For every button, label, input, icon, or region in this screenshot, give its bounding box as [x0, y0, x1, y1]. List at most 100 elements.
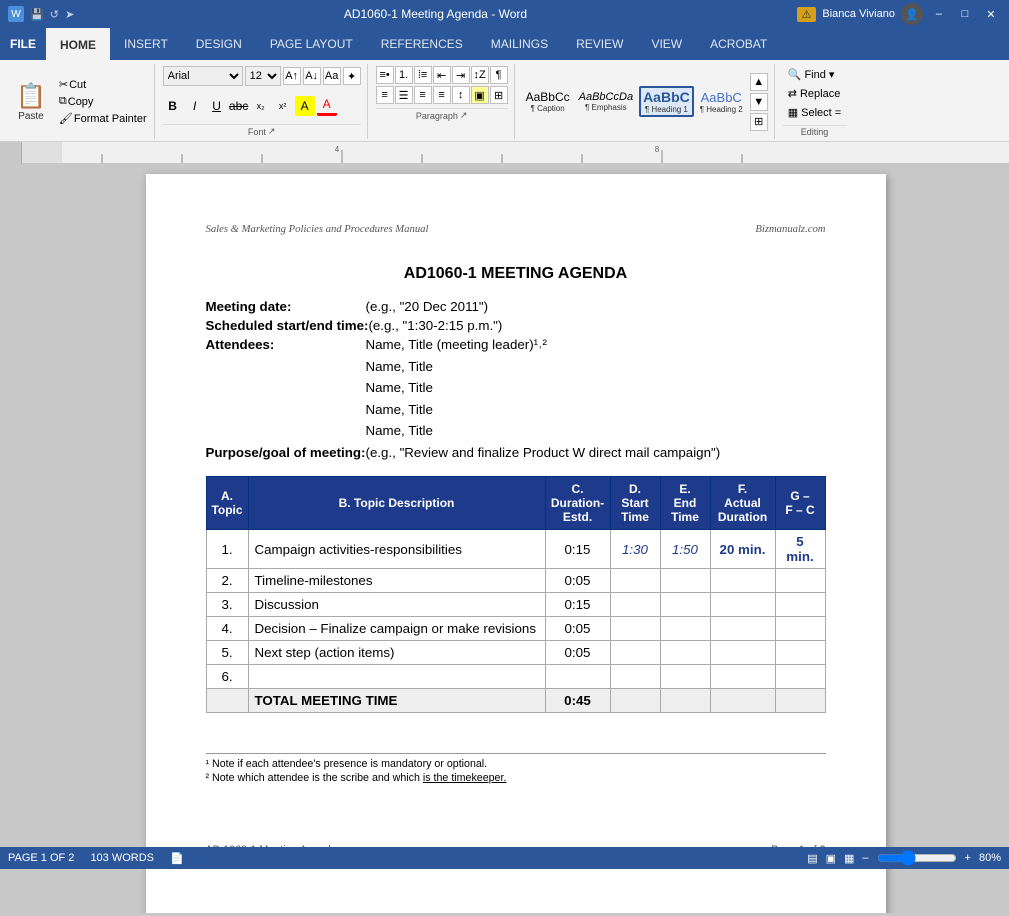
tab-insert[interactable]: INSERT — [110, 28, 182, 60]
horizontal-ruler: 4 8 — [22, 142, 1009, 164]
paragraph-group: ≡• 1. ⁞≡ ⇤ ⇥ ↕Z ¶ ≡ ☰ ≡ ≡ ↕ ▣ ⊞ Paragrap… — [370, 64, 515, 139]
tab-file[interactable]: FILE — [0, 28, 46, 60]
zoom-level: 80% — [979, 852, 1001, 864]
close-btn[interactable]: ✕ — [981, 5, 1001, 23]
row3-actual — [710, 593, 775, 617]
zoom-slider[interactable] — [877, 850, 957, 866]
tab-acrobat[interactable]: ACROBAT — [696, 28, 781, 60]
tab-home[interactable]: HOME — [46, 28, 110, 60]
style-heading2[interactable]: AaBbC ¶ Heading 2 — [697, 88, 746, 116]
paste-button[interactable]: 📋 Paste — [8, 66, 54, 137]
align-left-button[interactable]: ≡ — [376, 86, 394, 104]
sort-button[interactable]: ↕Z — [471, 66, 489, 84]
row1-gfc: 5 min. — [775, 530, 825, 569]
layout-web[interactable]: ▣ — [826, 852, 836, 865]
shrink-font-button[interactable]: A↓ — [303, 67, 321, 85]
align-right-button[interactable]: ≡ — [414, 86, 432, 104]
font-group-expander[interactable]: ↗ — [268, 126, 276, 137]
italic-button[interactable]: I — [185, 96, 205, 116]
layout-print[interactable]: ▤ — [807, 852, 817, 865]
superscript-button[interactable]: x² — [273, 96, 293, 116]
multilevel-button[interactable]: ⁞≡ — [414, 66, 432, 84]
paragraph-group-expander[interactable]: ↗ — [460, 110, 468, 121]
para-row-1: ≡• 1. ⁞≡ ⇤ ⇥ ↕Z ¶ — [376, 66, 508, 84]
heading1-label: ¶ Heading 1 — [645, 105, 688, 114]
select-label: Select = — [801, 107, 841, 119]
zoom-out-button[interactable]: – — [862, 852, 868, 864]
agenda-table: A.Topic B. Topic Description C.Duration-… — [206, 476, 826, 713]
header-c: C.Duration-Estd. — [545, 477, 610, 530]
document-footnotes: ¹ Note if each attendee's presence is ma… — [206, 753, 826, 784]
font-color-button[interactable]: A — [317, 96, 337, 116]
select-button[interactable]: ▦ Select = — [783, 104, 846, 121]
header-g: G –F – C — [775, 477, 825, 530]
scheduled-time-row: Scheduled start/end time: (e.g., "1:30-2… — [206, 318, 826, 333]
style-heading1[interactable]: AaBbC ¶ Heading 1 — [639, 86, 694, 117]
align-center-button[interactable]: ☰ — [395, 86, 413, 104]
style-emphasis[interactable]: AaBbCcDa ¶ Emphasis — [576, 89, 636, 114]
replace-button[interactable]: ⇄ Replace — [783, 85, 846, 102]
styles-scroll-buttons: ▲ ▼ ⊞ — [750, 73, 768, 131]
change-case-button[interactable]: Aa — [323, 67, 341, 85]
decrease-indent-button[interactable]: ⇤ — [433, 66, 451, 84]
tab-mailings[interactable]: MAILINGS — [477, 28, 562, 60]
font-row-1: Arial 12 A↑ A↓ Aa ✦ — [163, 66, 361, 86]
row4-num: 4. — [206, 617, 248, 641]
row5-duration: 0:05 — [545, 641, 610, 665]
numbering-button[interactable]: 1. — [395, 66, 413, 84]
zoom-in-button[interactable]: + — [965, 852, 971, 864]
layout-read[interactable]: ▦ — [844, 852, 854, 865]
styles-scroll-down[interactable]: ▼ — [750, 93, 768, 111]
bullets-button[interactable]: ≡• — [376, 66, 394, 84]
minimize-btn[interactable]: – — [929, 5, 949, 23]
show-para-button[interactable]: ¶ — [490, 66, 508, 84]
copy-button[interactable]: ⧉ Copy — [56, 94, 150, 109]
subscript-button[interactable]: x₂ — [251, 96, 271, 116]
attendee-extra-2: Name, Title — [366, 377, 826, 398]
line-spacing-button[interactable]: ↕ — [452, 86, 470, 104]
strikethrough-button[interactable]: abc — [229, 96, 249, 116]
row2-duration: 0:05 — [545, 569, 610, 593]
style-caption[interactable]: AaBbCc ¶ Caption — [523, 88, 573, 115]
styles-scroll-up[interactable]: ▲ — [750, 73, 768, 91]
scheduled-time-label: Scheduled start/end time: — [206, 318, 369, 333]
cut-icon: ✂ — [59, 78, 68, 91]
font-name-select[interactable]: Arial — [163, 66, 243, 86]
table-row: 5. Next step (action items) 0:05 — [206, 641, 825, 665]
tab-design[interactable]: DESIGN — [182, 28, 256, 60]
borders-button[interactable]: ⊞ — [490, 86, 508, 104]
bold-button[interactable]: B — [163, 96, 183, 116]
clear-format-button[interactable]: ✦ — [343, 67, 361, 85]
maximize-btn[interactable]: □ — [955, 5, 975, 23]
justify-button[interactable]: ≡ — [433, 86, 451, 104]
grow-font-button[interactable]: A↑ — [283, 67, 301, 85]
tab-references[interactable]: REFERENCES — [367, 28, 477, 60]
row3-gfc — [775, 593, 825, 617]
find-button[interactable]: 🔍 Find ▾ — [783, 66, 846, 83]
paste-label: Paste — [18, 111, 44, 122]
table-row: 4. Decision – Finalize campaign or make … — [206, 617, 825, 641]
format-painter-button[interactable]: 🖌 Format Painter — [56, 111, 150, 126]
shading-button[interactable]: ▣ — [471, 86, 489, 104]
total-g — [775, 689, 825, 713]
tab-page-layout[interactable]: PAGE LAYOUT — [256, 28, 367, 60]
styles-expand[interactable]: ⊞ — [750, 113, 768, 131]
underline-button[interactable]: U — [207, 96, 227, 116]
tab-view[interactable]: VIEW — [637, 28, 696, 60]
clipboard-group: 📋 Paste ✂ Cut ⧉ Copy 🖌 Format Painter — [4, 64, 155, 139]
left-margin-ruler — [0, 164, 22, 913]
row6-desc — [248, 665, 545, 689]
cut-label: Cut — [69, 79, 86, 91]
font-row-2: B I U abc x₂ x² A A — [163, 96, 361, 116]
styles-items: AaBbCc ¶ Caption AaBbCcDa ¶ Emphasis AaB… — [523, 86, 746, 117]
timekeeper-link[interactable]: is the timekeeper. — [423, 772, 507, 784]
text-highlight-button[interactable]: A — [295, 96, 315, 116]
caption-label: ¶ Caption — [531, 104, 565, 113]
font-size-select[interactable]: 12 — [245, 66, 281, 86]
page-info: PAGE 1 OF 2 — [8, 852, 74, 864]
document-area[interactable]: Sales & Marketing Policies and Procedure… — [22, 164, 1009, 913]
increase-indent-button[interactable]: ⇥ — [452, 66, 470, 84]
cut-button[interactable]: ✂ Cut — [56, 77, 150, 92]
tab-review[interactable]: REVIEW — [562, 28, 637, 60]
row4-start — [610, 617, 660, 641]
